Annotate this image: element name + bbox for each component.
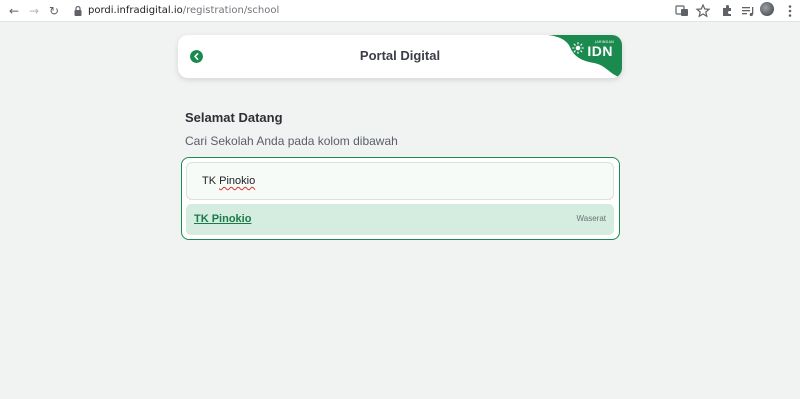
menu-icon[interactable]: [782, 3, 798, 19]
search-value-prefix: TK: [202, 175, 220, 187]
url-path: /registration/school: [182, 5, 280, 16]
school-search-box: TK Pinokio TK Pinokio Waserat: [181, 157, 620, 240]
avatar[interactable]: [760, 2, 774, 16]
brand-name: IDN: [587, 43, 613, 59]
sun-icon: [572, 42, 584, 54]
back-arrow-icon[interactable]: ←: [6, 3, 22, 19]
list-item[interactable]: TK Pinokio Waserat: [186, 204, 614, 235]
translate-icon[interactable]: [674, 3, 690, 19]
star-icon[interactable]: [695, 3, 711, 19]
search-value-misspelled: Pinokio: [219, 175, 256, 187]
welcome-subtitle: Cari Sekolah Anda pada kolom dibawah: [185, 134, 398, 148]
address-bar[interactable]: pordi.infradigital.io/registration/schoo…: [88, 4, 279, 18]
forward-arrow-icon[interactable]: →: [26, 3, 42, 19]
school-search-input[interactable]: TK Pinokio: [186, 162, 614, 200]
result-location: Waserat: [576, 214, 607, 223]
header-card: Portal Digital JARINGAN IDN: [178, 35, 622, 78]
lock-icon[interactable]: [72, 5, 84, 17]
result-school-name[interactable]: TK Pinokio: [194, 213, 251, 225]
media-icon[interactable]: [740, 3, 756, 19]
welcome-title: Selamat Datang: [185, 110, 283, 125]
reload-icon[interactable]: ↻: [46, 3, 62, 19]
extensions-icon[interactable]: [719, 3, 735, 19]
url-host: pordi.infradigital.io: [88, 5, 183, 16]
browser-toolbar: ← → ↻ pordi.infradigital.io/registration…: [0, 0, 800, 22]
brand-logo: JARINGAN IDN: [548, 35, 622, 78]
